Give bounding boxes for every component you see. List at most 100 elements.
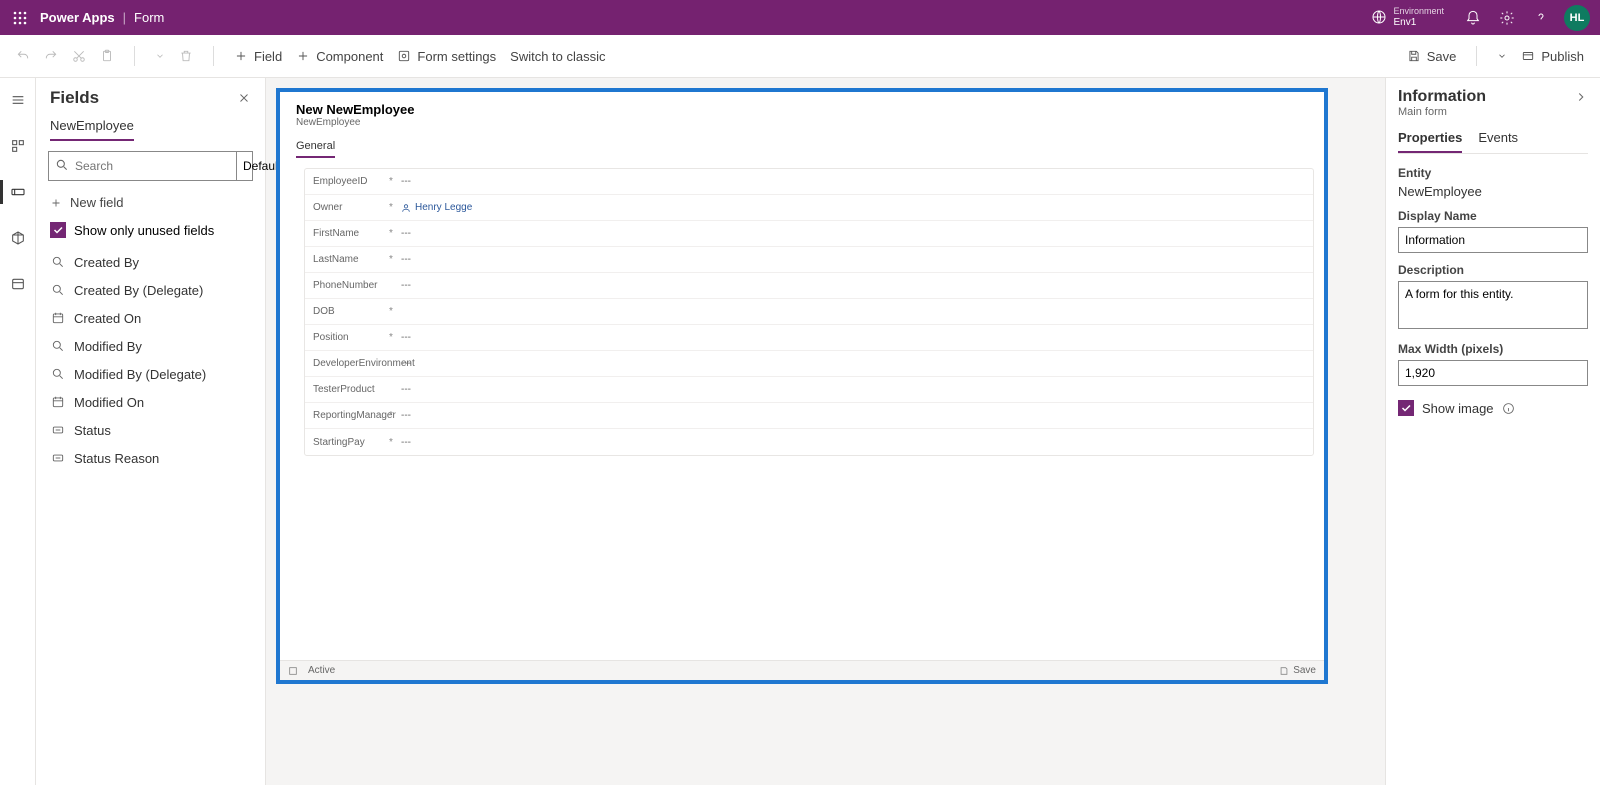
maxwidth-label: Max Width (pixels)	[1398, 342, 1588, 356]
field-item-label: Modified By	[74, 339, 142, 354]
left-icon-rail	[0, 78, 36, 785]
required-indicator: *	[389, 176, 401, 187]
rail-tree-view[interactable]	[0, 132, 36, 160]
save-dropdown[interactable]	[1497, 51, 1507, 61]
show-image-row[interactable]: Show image	[1398, 400, 1588, 416]
save-button[interactable]: Save	[1407, 49, 1457, 64]
properties-title: Information	[1398, 88, 1486, 106]
form-field-row[interactable]: TesterProduct---	[305, 377, 1313, 403]
description-input[interactable]	[1398, 281, 1588, 329]
switch-classic-button[interactable]: Switch to classic	[510, 49, 605, 64]
required-indicator: *	[389, 437, 401, 448]
form-tab-general[interactable]: General	[296, 140, 335, 158]
form-settings-button[interactable]: Form settings	[397, 49, 496, 64]
field-list-item[interactable]: Created By	[36, 248, 265, 276]
show-unused-checkbox-row[interactable]: Show only unused fields	[36, 216, 265, 248]
form-record-subtitle: NewEmployee	[296, 117, 1308, 128]
form-field-value: ---	[401, 228, 411, 239]
rail-data[interactable]	[0, 270, 36, 298]
field-list-item[interactable]: Status	[36, 416, 265, 444]
new-field-button[interactable]: New field	[36, 189, 265, 216]
tab-events[interactable]: Events	[1478, 124, 1518, 153]
form-field-row[interactable]: EmployeeID*---	[305, 169, 1313, 195]
maxwidth-input[interactable]	[1398, 360, 1588, 386]
form-field-label: Position	[313, 332, 389, 343]
field-item-label: Created By	[74, 255, 139, 270]
form-field-row[interactable]: ReportingManager*---	[305, 403, 1313, 429]
field-list-item[interactable]: Modified By (Delegate)	[36, 360, 265, 388]
paste-dropdown[interactable]	[155, 51, 165, 61]
form-field-value: ---	[401, 358, 411, 369]
form-field-value: ---	[401, 280, 411, 291]
cut-button[interactable]	[72, 49, 86, 63]
form-field-row[interactable]: Position*---	[305, 325, 1313, 351]
fields-search-input[interactable]	[49, 152, 236, 180]
form-field-row[interactable]: Owner*Henry Legge	[305, 195, 1313, 221]
add-component-button[interactable]: Component	[296, 49, 383, 64]
fields-entity-tab[interactable]: NewEmployee	[50, 114, 134, 141]
form-field-value: ---	[401, 410, 411, 421]
footer-status-icon	[288, 666, 298, 676]
environment-picker[interactable]: Environment Env1	[1371, 7, 1444, 28]
form-field-row[interactable]: DOB*	[305, 299, 1313, 325]
form-field-label: DOB	[313, 306, 389, 317]
publish-button[interactable]: Publish	[1521, 49, 1584, 64]
help-icon[interactable]	[1528, 5, 1554, 31]
field-item-label: Status	[74, 423, 111, 438]
redo-button[interactable]	[44, 49, 58, 63]
form-canvas[interactable]: New NewEmployee NewEmployee General Empl…	[276, 88, 1328, 684]
field-type-icon	[50, 422, 66, 438]
fields-panel-title: Fields	[50, 88, 99, 108]
add-field-button[interactable]: Field	[234, 49, 282, 64]
undo-button[interactable]	[16, 49, 30, 63]
show-image-checkbox[interactable]	[1398, 400, 1414, 416]
form-field-row[interactable]: StartingPay*---	[305, 429, 1313, 455]
form-record-title: New NewEmployee	[296, 102, 1308, 117]
notifications-icon[interactable]	[1460, 5, 1486, 31]
form-field-label: ReportingManager	[313, 410, 389, 421]
field-list-item[interactable]: Created On	[36, 304, 265, 332]
fields-panel: Fields NewEmployee Default New field Sho…	[36, 78, 266, 785]
form-field-value: Henry Legge	[401, 202, 472, 213]
form-field-value: ---	[401, 437, 411, 448]
rail-hamburger[interactable]	[0, 86, 36, 114]
page-label: Form	[134, 10, 164, 25]
form-field-value: ---	[401, 254, 411, 265]
show-unused-checkbox[interactable]	[50, 222, 66, 238]
environment-name: Env1	[1393, 17, 1444, 28]
search-icon	[55, 158, 69, 172]
field-list-item[interactable]: Status Reason	[36, 444, 265, 472]
field-list-item[interactable]: Created By (Delegate)	[36, 276, 265, 304]
user-avatar[interactable]: HL	[1564, 5, 1590, 31]
form-field-label: PhoneNumber	[313, 280, 389, 291]
settings-icon[interactable]	[1494, 5, 1520, 31]
field-list-item[interactable]: Modified By	[36, 332, 265, 360]
form-field-row[interactable]: LastName*---	[305, 247, 1313, 273]
field-item-label: Modified By (Delegate)	[74, 367, 206, 382]
rail-components[interactable]	[0, 224, 36, 252]
field-item-label: Created On	[74, 311, 141, 326]
field-type-icon	[50, 450, 66, 466]
form-field-row[interactable]: DeveloperEnvironment---	[305, 351, 1313, 377]
form-field-label: TesterProduct	[313, 384, 389, 395]
form-field-label: EmployeeID	[313, 176, 389, 187]
info-icon[interactable]	[1502, 402, 1515, 415]
properties-expand-icon[interactable]	[1574, 90, 1588, 104]
entity-label: Entity	[1398, 166, 1588, 180]
waffle-icon[interactable]	[10, 8, 30, 28]
display-name-input[interactable]	[1398, 227, 1588, 253]
close-fields-icon[interactable]	[237, 91, 251, 105]
tab-properties[interactable]: Properties	[1398, 124, 1462, 153]
field-item-label: Status Reason	[74, 451, 159, 466]
field-type-icon	[50, 394, 66, 410]
environment-label: Environment	[1393, 7, 1444, 17]
rail-fields[interactable]	[0, 178, 36, 206]
description-label: Description	[1398, 263, 1588, 277]
form-field-row[interactable]: PhoneNumber ---	[305, 273, 1313, 299]
field-list-item[interactable]: Modified On	[36, 388, 265, 416]
paste-button[interactable]	[100, 49, 114, 63]
form-canvas-area: New NewEmployee NewEmployee General Empl…	[266, 78, 1385, 785]
delete-button[interactable]	[179, 49, 193, 63]
form-field-row[interactable]: FirstName*---	[305, 221, 1313, 247]
form-field-label: StartingPay	[313, 437, 389, 448]
